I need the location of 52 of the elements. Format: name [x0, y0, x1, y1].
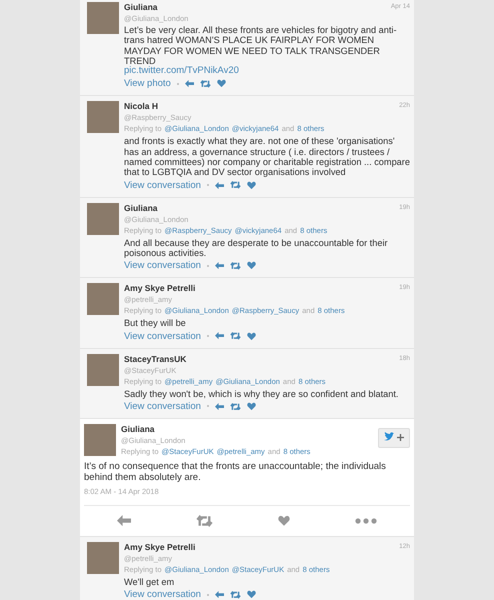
view-link[interactable]: View conversation — [124, 260, 201, 272]
retweet-icon[interactable] — [230, 590, 241, 598]
reply-icon[interactable] — [214, 182, 224, 189]
author-name: Amy Skye Petrelli — [124, 283, 196, 294]
reply-icon[interactable] — [184, 80, 194, 88]
retweet-icon[interactable] — [230, 332, 241, 340]
tweet-text: It’s of no consequence that the fronts are unaccountable; the individuals behind them absolutely are. — [84, 460, 387, 484]
tweet-text: But they will be — [124, 318, 187, 329]
author-name: Giuliana — [124, 202, 158, 214]
reply-icon[interactable] — [214, 591, 224, 598]
avatar-placeholder — [87, 101, 119, 134]
author-name: Nicola H — [124, 101, 158, 112]
avatar-placeholder — [87, 354, 119, 386]
avatar-placeholder — [84, 424, 116, 456]
follow-button[interactable] — [378, 428, 410, 448]
heart-icon[interactable] — [278, 514, 290, 527]
reply-icon[interactable] — [116, 515, 131, 526]
more-icon[interactable] — [355, 518, 378, 524]
heart-icon[interactable] — [246, 180, 256, 190]
reply-icon[interactable] — [214, 402, 224, 410]
view-link[interactable]: View conversation — [124, 330, 201, 342]
author-name: StaceyTransUK — [124, 354, 186, 365]
heart-icon[interactable] — [246, 590, 256, 600]
view-link[interactable]: View conversation — [124, 180, 201, 191]
avatar-placeholder — [87, 283, 119, 316]
view-link[interactable]: View conversation — [124, 400, 201, 412]
view-link[interactable]: View conversation — [124, 589, 201, 600]
heart-icon[interactable] — [246, 261, 256, 270]
author-name: Amy Skye Petrelli — [124, 542, 196, 553]
reply-icon[interactable] — [214, 262, 224, 270]
tweet-text: We'll get em — [124, 576, 176, 588]
avatar-placeholder — [87, 542, 119, 574]
avatar-placeholder — [87, 202, 119, 235]
retweet-icon[interactable] — [200, 80, 211, 88]
tweet-text: And all because they are desperate to be unaccountable for their poisonous activities. — [124, 238, 389, 258]
heart-icon[interactable] — [246, 402, 256, 411]
heart-icon[interactable] — [246, 332, 256, 341]
tweet-text: and fronts is exactly what they are. not one of these 'organisations' has an address, a governance structure ( i.e. directors / trustees / named committees) nor company or charitable registration ... compare that to LGBTQIA and DV sector organisations involved — [124, 136, 410, 178]
tweet-text: Sadly they won't be, which is why they are so confident and blatant. — [124, 388, 400, 399]
retweet-icon[interactable] — [230, 262, 241, 270]
reply-icon[interactable] — [214, 332, 224, 340]
view-link[interactable]: View photo — [124, 78, 171, 90]
author-name: Giuliana — [121, 424, 156, 435]
heart-icon[interactable] — [216, 79, 226, 88]
avatar-placeholder — [87, 2, 119, 34]
author-name: Giuliana — [124, 2, 158, 13]
tweet-text: Let’s be very clear. All these fronts are vehicles for bigotry and anti-trans hatred WOMAN'S PLACE UK FAIRPLAY FOR WOMEN MAYDAY FOR WOMEN WE NEED TO TALK TRANSGENDER TREND — [124, 25, 398, 66]
retweet-icon[interactable] — [196, 514, 213, 527]
retweet-icon[interactable] — [230, 181, 241, 190]
bird-plus-icon — [383, 432, 405, 444]
retweet-icon[interactable] — [230, 402, 241, 410]
tweet-link[interactable]: pic.twitter.com/TvPNikAv20 — [124, 66, 410, 76]
